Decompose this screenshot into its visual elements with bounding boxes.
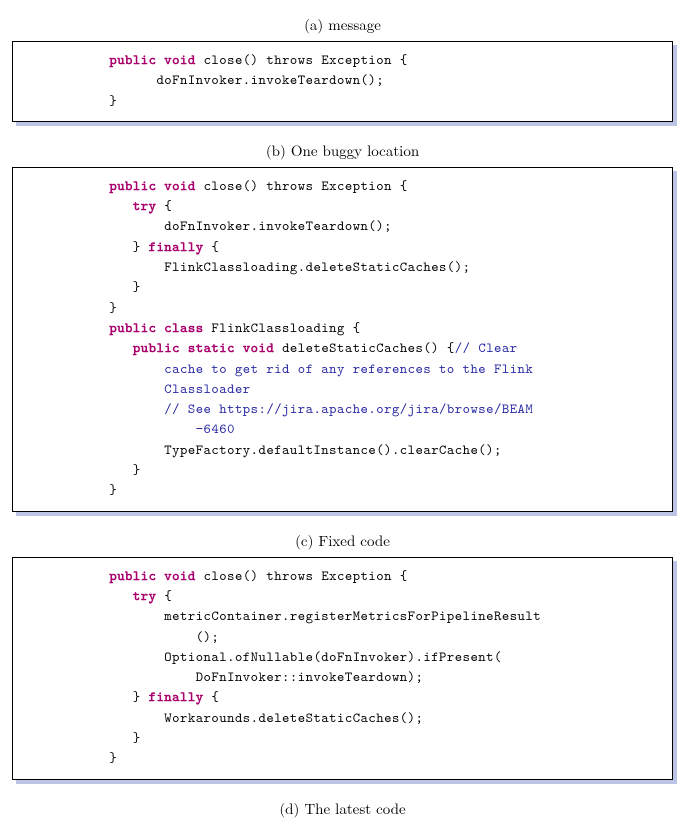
code-text: close() throws Exception { <box>196 177 408 195</box>
code-text: } <box>109 92 117 110</box>
keyword: public void <box>109 51 195 69</box>
code-text: Workarounds.deleteStaticCaches(); <box>109 709 423 727</box>
code-text: } <box>109 688 148 706</box>
keyword: finally <box>149 688 204 706</box>
caption-c: (c) Fixed code <box>8 530 677 551</box>
code-text <box>109 587 133 605</box>
code-text: Optional.ofNullable(doFnInvoker).ifPrese… <box>109 648 502 666</box>
keyword: public void <box>109 177 195 195</box>
code-text: { <box>156 197 172 215</box>
code-text: } <box>109 461 140 479</box>
code-text: FlinkClassloading.deleteStaticCaches(); <box>109 258 470 276</box>
code-text: } <box>109 238 148 256</box>
code-text: { <box>204 238 220 256</box>
code-text: close() throws Exception { <box>196 51 408 69</box>
keyword: public void <box>109 567 195 585</box>
code-block-fixed: public void close() throws Exception { t… <box>12 167 673 512</box>
comment: // Clear <box>455 339 518 357</box>
code-text: DoFnInvoker::invokeTeardown); <box>109 668 423 686</box>
code-text: } <box>109 299 117 317</box>
caption-d: (d) The latest code <box>8 798 677 819</box>
code-text <box>109 339 133 357</box>
code-text: } <box>109 729 140 747</box>
code-text: deleteStaticCaches() { <box>274 339 455 357</box>
keyword: public static void <box>133 339 274 357</box>
keyword: finally <box>149 238 204 256</box>
code-text: FlinkClassloading { <box>204 319 361 337</box>
code-text: { <box>204 688 220 706</box>
code-block-latest: public void close() throws Exception { t… <box>12 557 673 780</box>
code-text: } <box>109 481 117 499</box>
code-text: close() throws Exception { <box>196 567 408 585</box>
keyword: try <box>133 197 157 215</box>
code-text: (); <box>109 628 219 646</box>
keyword: public class <box>109 319 203 337</box>
code-text: } <box>109 749 117 767</box>
code-text: { <box>156 587 172 605</box>
keyword: try <box>133 587 157 605</box>
code-text: doFnInvoker.invokeTeardown(); <box>109 217 392 235</box>
code-text: doFnInvoker.invokeTeardown(); <box>109 71 384 89</box>
code-text: TypeFactory.defaultInstance().clearCache… <box>109 441 502 459</box>
code-block-buggy: public void close() throws Exception { d… <box>12 41 673 122</box>
caption-b: (b) One buggy location <box>8 140 677 161</box>
caption-a: (a) message <box>8 14 677 35</box>
code-text <box>109 197 133 215</box>
code-text: metricContainer.registerMetricsForPipeli… <box>109 607 541 625</box>
code-text: } <box>109 278 140 296</box>
comment: cache to get rid of any references to th… <box>23 360 533 439</box>
